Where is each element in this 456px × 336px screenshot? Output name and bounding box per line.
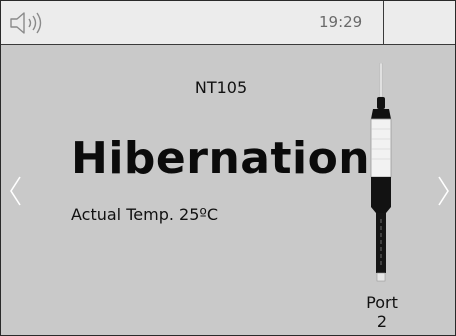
- actual-temperature: Actual Temp. 25ºC: [71, 205, 219, 224]
- clock-time: 19:29: [319, 13, 363, 31]
- port-number: 2: [376, 312, 388, 331]
- speaker-sound-icon[interactable]: [9, 11, 51, 35]
- device-screen: 19:29 NT105 Hibernation Actual Temp. 25º…: [0, 0, 456, 336]
- status-bar-divider: [383, 1, 384, 45]
- chevron-right-icon[interactable]: [433, 171, 453, 211]
- port-label-text: Port: [366, 293, 398, 312]
- chevron-left-icon[interactable]: [6, 171, 26, 211]
- electrode-probe-image: [370, 63, 392, 282]
- port-indicator: Port 2: [352, 293, 412, 331]
- status-bar: 19:29: [1, 1, 455, 45]
- sensor-mode-title: Hibernation: [71, 133, 371, 184]
